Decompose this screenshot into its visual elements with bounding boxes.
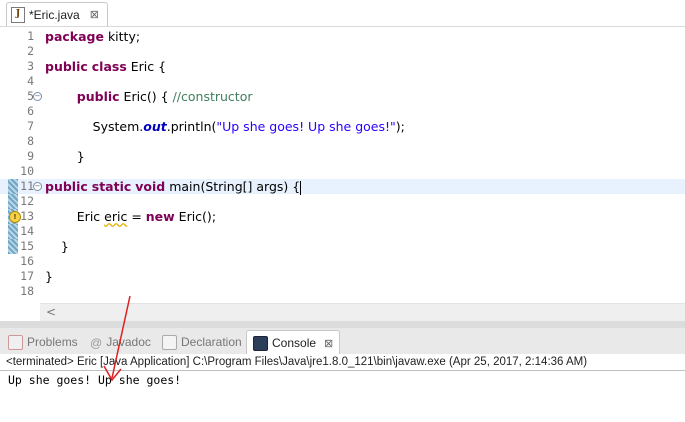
tab-declaration[interactable]: Declaration [162, 332, 242, 352]
fold-toggle-icon[interactable]: − [33, 92, 42, 101]
code-text: public Eric() { //constructor [76, 89, 253, 104]
tab-javadoc[interactable]: @ Javadoc [90, 332, 151, 352]
tab-problems[interactable]: Problems [8, 332, 78, 352]
javadoc-icon: @ [90, 335, 103, 350]
line-number: 7 [27, 119, 34, 133]
code-line[interactable]: 2 [0, 44, 685, 59]
line-number: 4 [27, 74, 34, 88]
editor-tab-eric-java[interactable]: J *Eric.java ⊠ [6, 2, 108, 26]
code-text: } [45, 239, 69, 254]
line-number: 6 [27, 104, 34, 118]
line-number: 9 [27, 149, 34, 163]
line-number: 10 [20, 164, 34, 178]
code-text: } [45, 149, 85, 164]
code-line[interactable]: 12 [0, 194, 685, 209]
line-number: 11 [20, 179, 34, 193]
line-number: 3 [27, 59, 34, 73]
line-number: 17 [20, 269, 34, 283]
code-line[interactable]: 10 [0, 164, 685, 179]
line-number: 13 [20, 209, 34, 223]
tab-javadoc-label: Javadoc [106, 335, 151, 349]
code-line[interactable]: 3 public class Eric { [0, 59, 685, 74]
code-line[interactable]: 18 [0, 284, 685, 299]
tab-problems-label: Problems [27, 335, 78, 349]
declaration-icon [162, 334, 177, 350]
line-number: 16 [20, 254, 34, 268]
console-divider [0, 370, 685, 371]
code-line[interactable]: 5− public Eric() { //constructor [0, 89, 685, 104]
line-number: 14 [20, 224, 34, 238]
console-icon [253, 335, 268, 351]
code-line[interactable]: 7 System.out.println("Up she goes! Up sh… [0, 119, 685, 134]
code-line[interactable]: 15 } [0, 239, 685, 254]
tab-console[interactable]: Console ⊠ [246, 330, 341, 355]
line-number: 12 [20, 194, 34, 208]
code-text: public class Eric { [45, 59, 167, 74]
scroll-left-arrow-icon[interactable]: < [46, 305, 56, 319]
code-line[interactable]: 4 [0, 74, 685, 89]
line-number: 5 [27, 89, 34, 103]
problems-icon [8, 334, 23, 350]
code-line[interactable]: 16 [0, 254, 685, 269]
code-line[interactable]: 17} [0, 269, 685, 284]
code-text: } [45, 269, 53, 284]
code-editor[interactable]: 1 package kitty; 2 3 public class Eric { 4 5− … [0, 27, 685, 303]
line-number: 15 [20, 239, 34, 253]
code-line[interactable]: 8 [0, 134, 685, 149]
close-icon[interactable]: ⊠ [90, 8, 99, 21]
editor-tab-bar: J *Eric.java ⊠ [0, 0, 685, 27]
line-number: 1 [27, 29, 34, 43]
tab-console-label: Console [272, 336, 317, 350]
editor-tab-label: *Eric.java [29, 7, 80, 22]
line-number: 8 [27, 134, 34, 148]
code-text: package kitty; [45, 29, 141, 44]
line-number: 18 [20, 284, 34, 298]
java-file-icon: J [11, 6, 25, 23]
tab-declaration-label: Declaration [181, 335, 242, 349]
code-text: Eric eric = new Eric(); [45, 209, 217, 224]
code-line[interactable]: 11− public static void main(String[] args… [0, 179, 685, 195]
horizontal-scrollbar[interactable]: < [40, 303, 685, 321]
code-line[interactable]: 6 [0, 104, 685, 119]
code-text: public static void main(String[] args) { [45, 179, 302, 195]
fold-toggle-icon[interactable]: − [33, 182, 42, 191]
code-line[interactable]: ! 13 Eric eric = new Eric(); [0, 209, 685, 224]
panel-divider[interactable] [0, 321, 685, 328]
console-output: Up she goes! Up she goes! [8, 373, 182, 387]
code-text: System.out.println("Up she goes! Up she … [45, 119, 405, 134]
code-line[interactable]: 1 package kitty; [0, 29, 685, 44]
console-status-line: <terminated> Eric [Java Application] C:\… [0, 354, 685, 370]
line-number: 2 [27, 44, 34, 58]
bottom-panel-tabs: Problems @ Javadoc Declaration Console ⊠ [0, 328, 685, 355]
close-icon[interactable]: ⊠ [324, 337, 333, 350]
code-line[interactable]: 14 [0, 224, 685, 239]
code-line[interactable]: 9 } [0, 149, 685, 164]
